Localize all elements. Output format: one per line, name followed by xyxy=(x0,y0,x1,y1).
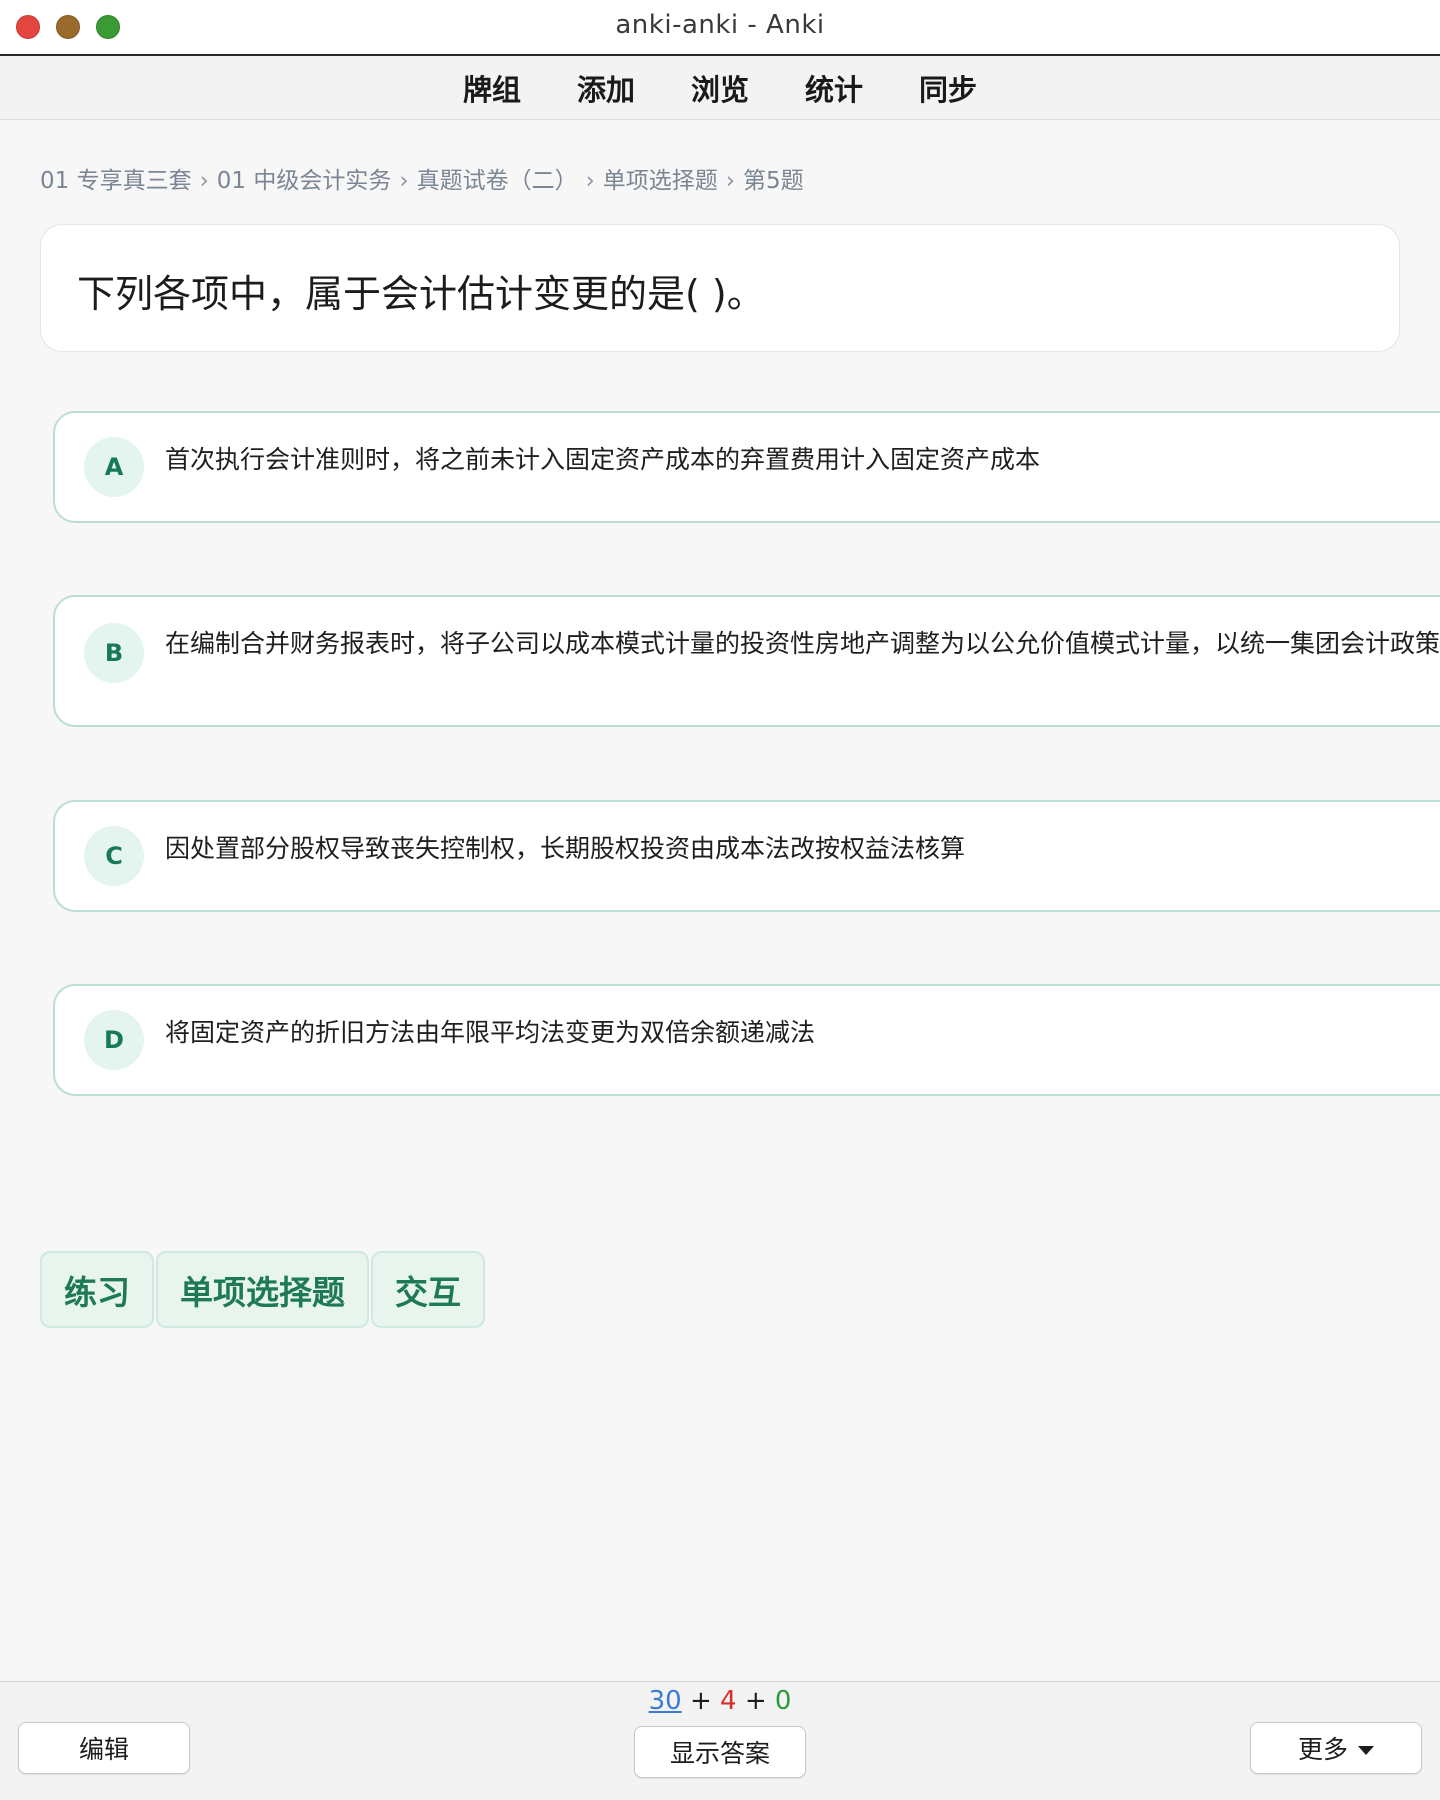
more-label: 更多 xyxy=(1297,1735,1348,1764)
option-a[interactable]: A 首次执行会计准则时，将之前未计入固定资产成本的弃置费用计入固定资产成本 xyxy=(53,411,1440,523)
option-letter-badge: A xyxy=(84,437,144,497)
option-text: 在编制合并财务报表时，将子公司以成本模式计量的投资性房地产调整为以公允价值模式计… xyxy=(165,629,1440,658)
breadcrumb-separator: › xyxy=(585,168,595,194)
breadcrumb: 01 专享真三套 › 01 中级会计实务 › 真题试卷（二） › 单项选择题 › 第5题 xyxy=(40,161,804,195)
tag-interactive[interactable]: 交互 xyxy=(371,1251,485,1328)
breadcrumb-item[interactable]: 01 中级会计实务 xyxy=(217,168,392,194)
more-button[interactable]: 更多 xyxy=(1250,1722,1422,1774)
nav-browse[interactable]: 浏览 xyxy=(691,63,749,113)
tag-single-choice[interactable]: 单项选择题 xyxy=(156,1251,369,1328)
option-text: 因处置部分股权导致丧失控制权，长期股权投资由成本法改按权益法核算 xyxy=(165,834,966,863)
count-plus: + xyxy=(689,1686,712,1716)
tag-list: 练习 单项选择题 交互 xyxy=(40,1251,485,1328)
edit-button[interactable]: 编辑 xyxy=(18,1722,190,1774)
breadcrumb-separator: › xyxy=(725,168,735,194)
new-count[interactable]: 30 xyxy=(649,1686,682,1716)
tag-practice[interactable]: 练习 xyxy=(40,1251,154,1328)
option-text: 将固定资产的折旧方法由年限平均法变更为双倍余额递减法 xyxy=(165,1018,816,1047)
option-text: 首次执行会计准则时，将之前未计入固定资产成本的弃置费用计入固定资产成本 xyxy=(165,445,1041,474)
option-d[interactable]: D 将固定资产的折旧方法由年限平均法变更为双倍余额递减法 xyxy=(53,984,1440,1096)
breadcrumb-item[interactable]: 01 专享真三套 xyxy=(40,168,192,194)
breadcrumb-separator: › xyxy=(199,168,209,194)
review-count: 0 xyxy=(774,1686,792,1716)
nav-add[interactable]: 添加 xyxy=(577,63,635,113)
question-card: 下列各项中，属于会计估计变更的是( )。 xyxy=(40,224,1400,352)
title-bar: anki-anki - Anki xyxy=(0,0,1440,56)
option-letter-badge: D xyxy=(84,1010,144,1070)
option-c[interactable]: C 因处置部分股权导致丧失控制权，长期股权投资由成本法改按权益法核算 xyxy=(53,800,1440,912)
anki-window: anki-anki - Anki 牌组 添加 浏览 统计 同步 01 专享真三套… xyxy=(0,0,1440,1800)
due-counts: 30 + 4 + 0 xyxy=(0,1686,1440,1716)
breadcrumb-item[interactable]: 单项选择题 xyxy=(603,168,718,194)
breadcrumb-item[interactable]: 真题试卷（二） xyxy=(417,168,578,194)
option-letter-badge: C xyxy=(84,826,144,886)
card-content: 01 专享真三套 › 01 中级会计实务 › 真题试卷（二） › 单项选择题 › 第5题 下列各… xyxy=(0,121,1440,1681)
bottom-bar: 编辑 30 + 4 + 0 显示答案 更多 xyxy=(0,1681,1440,1800)
breadcrumb-separator: › xyxy=(399,168,409,194)
top-toolbar: 牌组 添加 浏览 统计 同步 xyxy=(0,56,1440,120)
option-b[interactable]: B 在编制合并财务报表时，将子公司以成本模式计量的投资性房地产调整为以公允价值模… xyxy=(53,595,1440,727)
breadcrumb-item-current: 第5题 xyxy=(742,168,804,194)
show-answer-button[interactable]: 显示答案 xyxy=(634,1726,806,1778)
chevron-down-icon xyxy=(1358,1745,1374,1755)
nav-decks[interactable]: 牌组 xyxy=(463,63,521,113)
window-title: anki-anki - Anki xyxy=(615,10,825,40)
option-letter-badge: B xyxy=(84,623,144,683)
nav-stats[interactable]: 统计 xyxy=(805,63,863,113)
nav-sync[interactable]: 同步 xyxy=(919,63,977,113)
learn-count: 4 xyxy=(720,1686,737,1716)
count-plus: + xyxy=(744,1686,767,1716)
question-text: 下列各项中，属于会计估计变更的是( )。 xyxy=(77,272,765,316)
